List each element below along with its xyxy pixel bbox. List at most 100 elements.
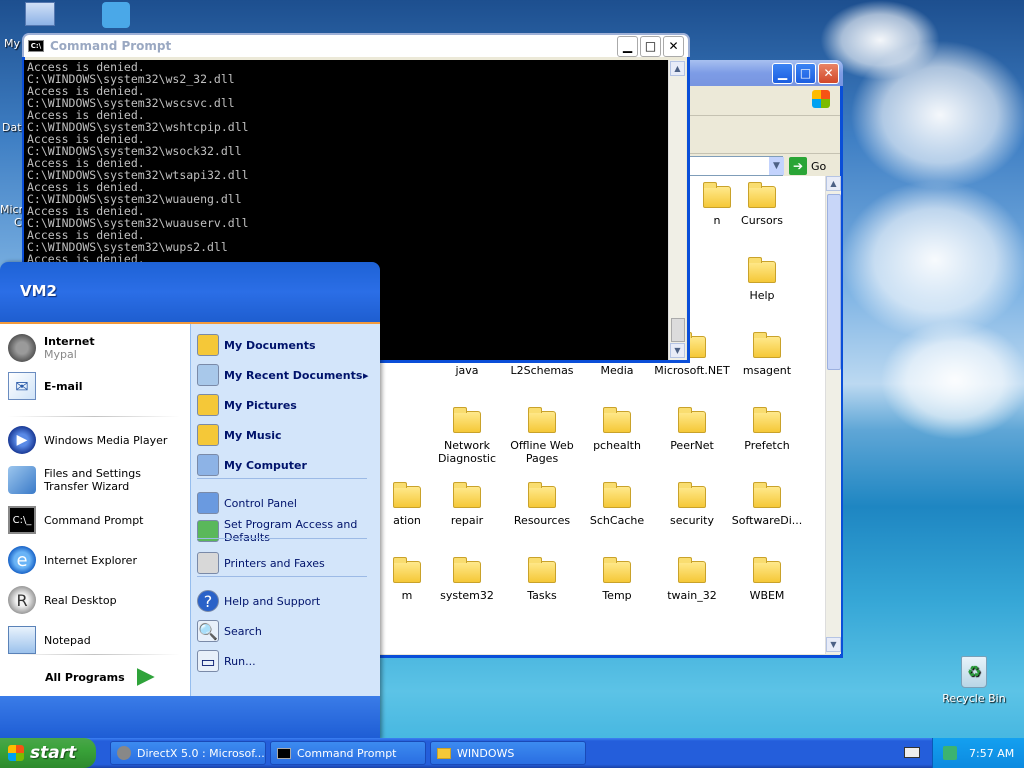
- folder-item[interactable]: system32: [429, 557, 505, 602]
- folder-label: SchCache: [589, 514, 645, 527]
- places-item-label: Set Program Access and Defaults: [224, 518, 358, 544]
- folder-item[interactable]: Resources: [504, 482, 580, 527]
- recent-program-label: Notepad: [44, 633, 91, 647]
- start-menu-footer: [0, 696, 380, 740]
- folder-label: Network Diagnostic: [437, 439, 497, 465]
- clock[interactable]: 7:57 AM: [969, 747, 1014, 760]
- recent-program-item[interactable]: e Internet Explorer: [8, 546, 184, 574]
- places-item[interactable]: My Documents: [197, 334, 369, 356]
- folder-icon: [748, 257, 776, 283]
- scroll-down-button[interactable]: ▼: [826, 637, 841, 652]
- scroll-up-button[interactable]: ▲: [826, 176, 841, 191]
- recent-program-item[interactable]: C:\_ Command Prompt: [8, 506, 184, 534]
- network-icon[interactable]: [943, 746, 957, 760]
- places-item[interactable]: Set Program Access and Defaults: [197, 518, 369, 544]
- recent-program-item[interactable]: ▶ Windows Media Player: [8, 426, 184, 454]
- places-item[interactable]: 🔍 Search: [197, 620, 369, 642]
- folder-item[interactable]: Help: [724, 257, 800, 302]
- folder-item[interactable]: PeerNet: [654, 407, 730, 452]
- folder-label: msagent: [742, 364, 792, 377]
- all-programs-button[interactable]: All Programs: [45, 668, 155, 686]
- maximize-button[interactable]: □: [795, 62, 816, 84]
- minimize-button[interactable]: ▁: [772, 62, 793, 84]
- green-arrow-icon: [136, 668, 155, 686]
- places-item-label: Printers and Faxes: [224, 556, 325, 570]
- recent-program-label: Real Desktop: [44, 593, 117, 607]
- taskbar-button-label: Command Prompt: [297, 746, 397, 760]
- pinned-item-internet[interactable]: Internet Mypal: [8, 334, 95, 362]
- folder-label: Cursors: [741, 214, 783, 227]
- folder-icon: [748, 182, 776, 208]
- folder-icon: [603, 407, 631, 433]
- search-icon: 🔍: [197, 620, 219, 642]
- folder-item[interactable]: twain_32: [654, 557, 730, 602]
- folder-item[interactable]: Cursors: [724, 182, 800, 227]
- submenu-arrow-icon: ▸: [363, 368, 369, 382]
- start-button[interactable]: start: [0, 738, 96, 768]
- folder-pictures-icon: [197, 394, 219, 416]
- places-item-label: Control Panel: [224, 496, 297, 510]
- places-item[interactable]: My Music: [197, 424, 369, 446]
- recent-program-label: Internet Explorer: [44, 553, 137, 567]
- desktop-my-computer[interactable]: [22, 2, 58, 32]
- folder-item[interactable]: Tasks: [504, 557, 580, 602]
- folder-item[interactable]: Temp: [579, 557, 655, 602]
- folder-item[interactable]: security: [654, 482, 730, 527]
- folder-item[interactable]: WBEM: [729, 557, 805, 602]
- scroll-up-button[interactable]: ▲: [670, 61, 685, 76]
- go-arrow-icon: ➔: [789, 157, 807, 175]
- cloud: [880, 320, 1024, 440]
- minimize-button[interactable]: ▁: [617, 35, 638, 57]
- scroll-thumb[interactable]: [827, 194, 841, 370]
- go-button[interactable]: ➔ Go: [789, 157, 826, 175]
- close-button[interactable]: ✕: [663, 35, 684, 57]
- taskbar-button-cmd[interactable]: Command Prompt: [270, 741, 426, 765]
- places-item[interactable]: My Pictures: [197, 394, 369, 416]
- desktop-shortcut[interactable]: [100, 2, 132, 30]
- recent-program-label: Command Prompt: [44, 513, 144, 527]
- explorer-scrollbar[interactable]: ▲ ▼: [825, 176, 841, 654]
- cmd-title: Command Prompt: [50, 39, 172, 53]
- maximize-button[interactable]: □: [640, 35, 661, 57]
- start-menu[interactable]: VM2 Internet Mypal ✉ E-mail ▶ Windows Medi…: [0, 262, 380, 740]
- places-item[interactable]: Control Panel: [197, 492, 369, 514]
- places-item[interactable]: My Recent Documents ▸: [197, 364, 369, 386]
- places-item[interactable]: ▭ Run...: [197, 650, 369, 672]
- address-dropdown-button[interactable]: ▼: [769, 157, 784, 175]
- folder-item[interactable]: SchCache: [579, 482, 655, 527]
- scroll-down-button[interactable]: ▼: [670, 343, 685, 358]
- close-button[interactable]: ✕: [818, 62, 839, 84]
- folder-item[interactable]: repair: [429, 482, 505, 527]
- recent-program-item[interactable]: Notepad: [8, 626, 184, 654]
- folder-label: L2Schemas: [510, 364, 574, 377]
- folder-item[interactable]: Prefetch: [729, 407, 805, 452]
- cmd-scrollbar[interactable]: ▲ ▼: [668, 60, 686, 360]
- places-item[interactable]: ? Help and Support: [197, 590, 369, 612]
- recent-program-item[interactable]: R Real Desktop: [8, 586, 184, 614]
- folder-label: WBEM: [749, 589, 785, 602]
- folder-label: security: [670, 514, 714, 527]
- folder-item[interactable]: pchealth: [579, 407, 655, 452]
- cmd-titlebar[interactable]: C:\ Command Prompt ▁ □ ✕: [22, 33, 690, 57]
- folder-icon: [453, 407, 481, 433]
- places-item-label: My Computer: [224, 458, 307, 472]
- taskbar-button-windows[interactable]: WINDOWS: [430, 741, 586, 765]
- folder-item[interactable]: Network Diagnostic: [429, 407, 505, 465]
- folder-item[interactable]: msagent: [729, 332, 805, 377]
- places-item[interactable]: My Computer: [197, 454, 369, 476]
- scroll-thumb[interactable]: [671, 318, 685, 342]
- desktop-recycle-bin[interactable]: ♻ Recycle Bin: [942, 656, 1006, 705]
- places-item[interactable]: Printers and Faxes: [197, 552, 369, 574]
- folder-item[interactable]: Offline Web Pages: [504, 407, 580, 465]
- folder-label: pchealth: [593, 439, 641, 452]
- folder-item[interactable]: SoftwareDi...: [729, 482, 805, 527]
- taskbar-button-directx[interactable]: DirectX 5.0 : Microsof...: [110, 741, 266, 765]
- recycle-bin-icon: ♻: [961, 656, 987, 688]
- recent-program-item[interactable]: Files and Settings Transfer Wizard: [8, 466, 184, 494]
- folder-icon: [437, 747, 451, 759]
- places-item-label: My Music: [224, 428, 282, 442]
- folder-icon: [453, 482, 481, 508]
- keyboard-icon[interactable]: [904, 747, 920, 758]
- transfer-wizard-icon: [8, 466, 36, 494]
- pinned-item-email[interactable]: ✉ E-mail: [8, 372, 83, 400]
